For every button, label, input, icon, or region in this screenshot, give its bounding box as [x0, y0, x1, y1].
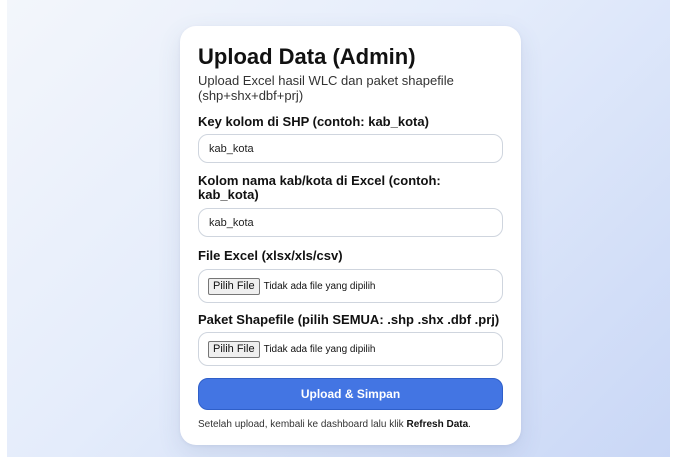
shapefile-label: Paket Shapefile (pilih SEMUA: .shp .shx …: [198, 312, 500, 327]
shapefile-status: Tidak ada file yang dipilih: [263, 343, 376, 355]
excel-key-label: Kolom nama kab/kota di Excel (contoh: ka…: [198, 173, 441, 202]
shapefile-choose-file-button[interactable]: Pilih File: [208, 340, 260, 358]
upload-save-button[interactable]: Upload & Simpan: [198, 378, 503, 410]
footnote-prefix: Setelah upload, kembali ke dashboard lal…: [198, 419, 407, 430]
upload-form-card: Upload Data (Admin) Upload Excel hasil W…: [180, 26, 521, 445]
footnote-suffix: .: [468, 419, 471, 430]
form-subtitle: Upload Excel hasil WLC dan paket shapefi…: [198, 73, 454, 103]
shp-key-label: Key kolom di SHP (contoh: kab_kota): [198, 114, 429, 129]
page-title: Upload Data (Admin): [198, 44, 416, 69]
excel-key-input[interactable]: [198, 208, 503, 237]
shapefile-picker[interactable]: Pilih File Tidak ada file yang dipilih: [198, 332, 503, 366]
excel-file-status: Tidak ada file yang dipilih: [263, 280, 376, 292]
refresh-data-emphasis: Refresh Data: [406, 419, 469, 430]
excel-file-picker[interactable]: Pilih File Tidak ada file yang dipilih: [198, 269, 503, 303]
footnote: Setelah upload, kembali ke dashboard lal…: [198, 419, 503, 431]
page-background: Upload Data (Admin) Upload Excel hasil W…: [7, 0, 670, 457]
excel-choose-file-button[interactable]: Pilih File: [208, 277, 260, 295]
excel-file-label: File Excel (xlsx/xls/csv): [198, 248, 343, 263]
shp-key-input[interactable]: [198, 134, 503, 163]
